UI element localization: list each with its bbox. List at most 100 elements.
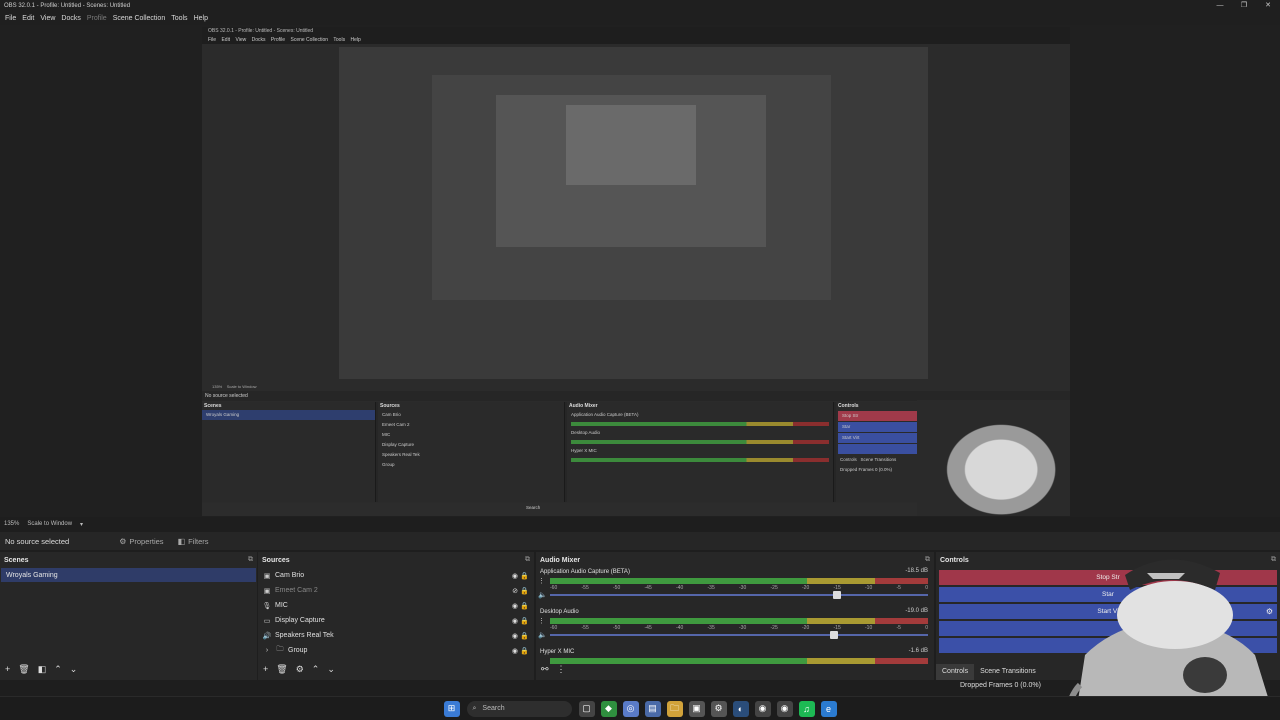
eye-icon[interactable]: ◉ [512,632,518,640]
scene-item[interactable]: Wroyals Gaming [1,568,256,582]
source-item[interactable]: › 🗀 Group ◉ 🔒 [258,643,534,658]
tick-label: -20 [802,585,810,591]
edge-icon[interactable]: e [820,700,837,717]
menu-bar: File Edit View Docks Profile Scene Colle… [0,11,1280,25]
lock-icon[interactable]: 🔒 [520,587,529,595]
tab-scene-transitions[interactable]: Scene Transitions [974,664,1042,680]
eye-icon[interactable]: ◉ [512,617,518,625]
tick-label: -50 [613,625,621,631]
menu-scene-collection[interactable]: Scene Collection [113,15,166,22]
add-icon[interactable]: + [263,664,268,674]
undock-icon[interactable]: ⧉ [925,556,930,564]
file-explorer-icon[interactable]: 🗀 [666,700,683,717]
obs-icon[interactable]: ◉ [754,700,771,717]
slider-knob[interactable] [829,631,838,639]
volume-slider[interactable] [550,591,928,599]
nested-sources-dock: Sources Cam Brio Emeet Cam 2 MIC Display… [378,402,565,502]
menu-dots-icon[interactable]: ⋮ [538,577,545,585]
eye-icon[interactable]: ◉ [512,602,518,610]
chevron-down-icon[interactable]: ⌄ [70,664,78,675]
trash-icon[interactable]: 🗑 [18,664,29,675]
tick-label: -20 [802,625,810,631]
source-item[interactable]: ▣ Cam Brio ◉ 🔒 [258,568,534,583]
menu-docks[interactable]: Docks [61,15,80,22]
obs-icon[interactable]: ◉ [776,700,793,717]
speaker-icon[interactable]: 🔈 [538,631,547,639]
menu-profile[interactable]: Profile [87,15,107,22]
menu-tools[interactable]: Tools [171,15,187,22]
source-item[interactable]: ▭ Display Capture ◉ 🔒 [258,613,534,628]
source-item[interactable]: ▣ Emeet Cam 2 ⊘ 🔒 [258,583,534,598]
menu-dots-icon[interactable]: ⋮ [557,664,566,675]
slider-knob[interactable] [833,591,842,599]
nested-source-item: Emeet Cam 2 [382,422,410,427]
channel-name: Application Audio Capture (BETA) [540,569,630,575]
tab-controls[interactable]: Controls [936,664,975,680]
source-item[interactable]: 🔊 Speakers Real Tek ◉ 🔒 [258,628,534,643]
lock-icon[interactable]: 🔒 [520,632,529,640]
menu-file[interactable]: File [5,15,16,22]
nested-mixer-dock: Audio Mixer Application Audio Capture (B… [567,402,834,502]
lock-icon[interactable]: 🔒 [520,572,529,580]
nested-menu-item: Scene Collection [290,37,329,43]
properties-button[interactable]: ⚙ Properties [119,537,163,546]
scale-mode[interactable]: Scale to Window [27,521,72,527]
volume-slider[interactable] [550,631,928,639]
chevron-down-icon[interactable]: ⌄ [327,664,335,675]
eye-icon[interactable]: ◉ [512,647,518,655]
taskbar-search[interactable]: ⌕ Search [466,700,572,717]
gear-icon[interactable]: ⚙ [296,664,304,675]
nested-btn-label: Stop Str [842,413,859,418]
chevron-right-icon[interactable]: › [262,647,272,654]
maximize-button[interactable]: ❐ [1232,0,1256,11]
close-button[interactable]: ✕ [1256,0,1280,11]
menu-edit[interactable]: Edit [22,15,34,22]
source-label: Speakers Real Tek [275,632,334,639]
app-icon[interactable]: ▣ [688,700,705,717]
mixer-toolbar: ⚯ ⋮ [536,662,574,676]
speaker-icon[interactable]: 🔈 [538,591,547,599]
sources-title: Sources [262,556,290,564]
nested-scenes-title: Scenes [204,403,222,409]
mixer-header: Audio Mixer ⧉ [536,552,934,568]
windows-start-icon[interactable]: ⊞ [443,700,460,717]
eye-hidden-icon[interactable]: ⊘ [512,587,518,595]
menu-dots-icon[interactable]: ⋮ [538,617,545,625]
copilot-icon[interactable]: ◎ [622,700,639,717]
spotify-icon[interactable]: ♫ [798,700,815,717]
filter-icon[interactable]: ◧ [38,664,47,675]
app-icon[interactable]: ◆ [600,700,617,717]
link-icon[interactable]: ⚯ [541,664,549,675]
lock-icon[interactable]: 🔒 [520,617,529,625]
chevron-up-icon[interactable]: ⌃ [54,664,62,675]
meter-ticks: -60 -55 -50 -45 -40 -35 -30 -25 -20 -15 -10 -5 0 [550,585,928,591]
source-label: Group [288,647,308,654]
trash-icon[interactable]: 🗑 [276,664,287,675]
source-item[interactable]: 🎙 MIC ◉ 🔒 [258,598,534,613]
meter-ticks: -60 -55 -50 -45 -40 -35 -30 -25 -20 -15 -10 -5 0 [550,625,928,631]
task-view-icon[interactable]: ▢ [578,700,595,717]
tick-label: -30 [739,585,747,591]
chevron-up-icon[interactable]: ⌃ [312,664,320,675]
zoom-level[interactable]: 135% [4,521,19,527]
add-icon[interactable]: + [5,664,10,674]
settings-gear-icon[interactable]: ⚙ [710,700,727,717]
undock-icon[interactable]: ⧉ [525,556,530,564]
steam-icon[interactable]: ◐ [732,700,749,717]
scenes-dock: Scenes ⧉ Wroyals Gaming + 🗑 ◧ ⌃ ⌄ [0,552,257,680]
lock-icon[interactable]: 🔒 [520,602,529,610]
menu-view[interactable]: View [40,15,55,22]
filters-button[interactable]: ◧ Filters [178,537,209,546]
minimize-button[interactable]: — [1208,0,1232,11]
lock-icon[interactable]: 🔒 [520,647,529,655]
undock-icon[interactable]: ⧉ [248,556,253,564]
eye-icon[interactable]: ◉ [512,572,518,580]
nested-preview-inner [432,75,831,300]
tick-label: -10 [865,625,873,631]
menu-help[interactable]: Help [194,15,208,22]
camera-icon: ▣ [263,587,271,595]
store-icon[interactable]: ▤ [644,700,661,717]
tick-label: -60 [550,585,558,591]
nested-menu-item: Help [350,37,361,43]
chevron-down-icon[interactable]: ▾ [80,521,83,528]
